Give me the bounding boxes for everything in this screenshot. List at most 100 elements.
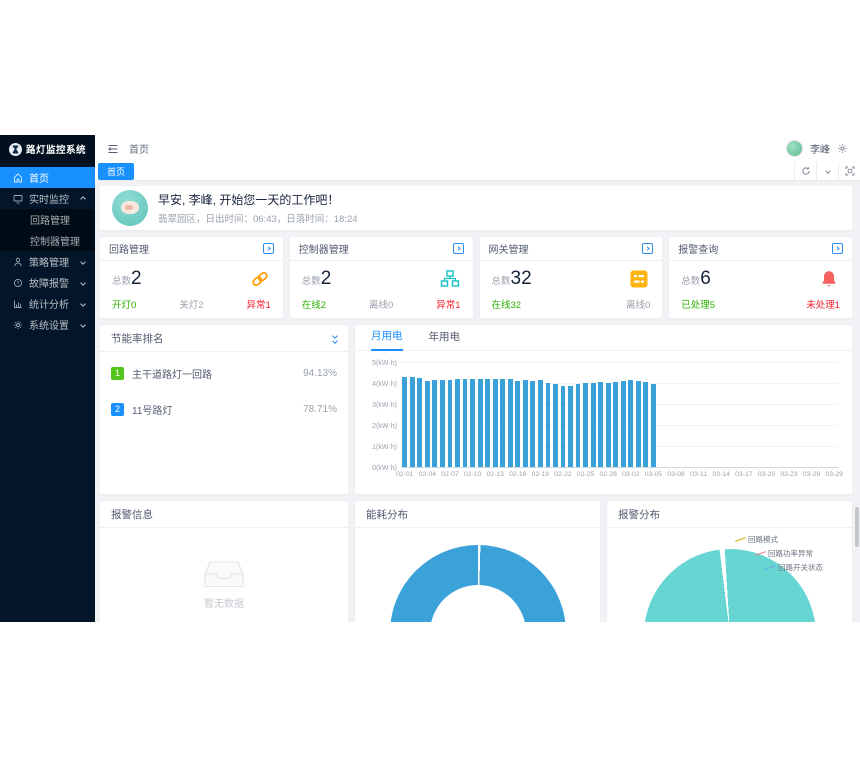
stat-offline: 离线0	[369, 297, 393, 311]
header-right: 李峰	[786, 140, 848, 157]
alarm-bell-icon	[818, 268, 840, 290]
home-icon	[13, 173, 23, 183]
app-logo: 路灯监控系统	[0, 135, 95, 163]
greeting-card: 早安, 李峰, 开始您一天的工作吧！ 翡翠园区，日出时间：06:43，日落时间：…	[100, 186, 852, 230]
sidebar-item-circuit-management[interactable]: 回路管理	[0, 209, 95, 230]
sidebar-item-settings[interactable]: 系统设置	[0, 314, 95, 335]
refresh-icon[interactable]	[794, 162, 816, 180]
goto-arrow-icon[interactable]	[263, 243, 274, 254]
stat-unhandled: 未处理1	[806, 297, 840, 311]
sidebar-submenu: 回路管理 控制器管理	[0, 209, 95, 251]
expand-double-chevron-icon[interactable]	[333, 334, 337, 343]
stat-offline: 离线0	[626, 297, 650, 311]
stat-abnormal: 异常1	[246, 297, 270, 311]
sidebar: 路灯监控系统 首页 实时监控 回路	[0, 135, 95, 622]
gateway-icon	[628, 268, 650, 290]
stat-on: 开灯0	[112, 297, 136, 311]
tab-tools	[794, 162, 860, 180]
stat-card-circuit: 回路管理 总数2 开灯0 关灯2 异常1	[100, 237, 283, 318]
label-connector-line	[764, 561, 776, 569]
pie-label-power-abnormal: 回路功率异常	[755, 548, 813, 559]
stat-cards-row: 回路管理 总数2 开灯0 关灯2 异常1	[100, 237, 852, 318]
user-avatar[interactable]	[786, 140, 803, 157]
sidebar-item-label: 策略管理	[29, 254, 69, 269]
chevron-down-icon	[80, 322, 86, 328]
sidebar-item-fault-alarm[interactable]: 故障报警	[0, 272, 95, 293]
rank-name: 11号路灯	[132, 402, 303, 417]
tab-yearly-usage[interactable]: 年用电	[429, 329, 461, 350]
middle-row: 节能率排名 1 主干道路灯一回路 94.13% 2 11号路灯 78.71%	[100, 325, 852, 494]
alarm-distribution-card: 报警分布 回路模式 回路功率异常 回路开关状态	[607, 501, 852, 622]
label-connector-line	[754, 547, 766, 555]
username[interactable]: 李峰	[810, 141, 830, 156]
stat-online: 在线32	[492, 297, 522, 311]
header-gear-icon[interactable]	[837, 143, 848, 154]
gear-icon	[13, 320, 23, 330]
screenshot-canvas: 路灯监控系统 首页 实时监控 回路	[0, 0, 860, 760]
energy-ranking-card: 节能率排名 1 主干道路灯一回路 94.13% 2 11号路灯 78.71%	[100, 325, 348, 494]
sidebar-item-realtime-monitor[interactable]: 实时监控	[0, 188, 95, 209]
usage-chart-plot: 0(kW·h)1(kW·h)2(kW·h)3(kW·h)4(kW·h)5(kW·…	[401, 363, 838, 468]
rank-badge: 2	[111, 403, 124, 416]
stat-card-alarm-query: 报警查询 总数6 已处理5 未处理1	[669, 237, 852, 318]
alarm-info-title: 报警信息	[111, 507, 153, 522]
monitor-icon	[13, 194, 23, 204]
greeting-title: 早安, 李峰, 开始您一天的工作吧！	[158, 191, 358, 208]
maximize-icon[interactable]	[838, 162, 860, 180]
goto-arrow-icon[interactable]	[832, 243, 843, 254]
main-content: 早安, 李峰, 开始您一天的工作吧！ 翡翠园区，日出时间：06:43，日落时间：…	[95, 181, 860, 622]
sidebar-item-label: 回路管理	[30, 212, 70, 227]
stat-abnormal: 异常1	[436, 297, 460, 311]
ranking-row-1[interactable]: 1 主干道路灯一回路 94.13%	[100, 358, 348, 388]
ranking-title: 节能率排名	[111, 331, 164, 346]
total-value: 2	[321, 268, 332, 289]
sidebar-item-home[interactable]: 首页	[0, 167, 95, 188]
chevron-down-icon	[80, 259, 86, 265]
stat-card-title: 报警查询	[678, 241, 718, 256]
empty-state: 暂无数据	[100, 561, 348, 610]
sidebar-item-label: 系统设置	[29, 317, 69, 332]
total-label: 总数	[112, 276, 131, 287]
sidebar-menu: 首页 实时监控 回路管理 控制器管理	[0, 167, 95, 335]
alarm-icon	[13, 278, 23, 288]
energy-donut-chart[interactable]	[390, 545, 566, 622]
menu-fold-icon[interactable]	[107, 143, 119, 155]
alarm-pie-chart[interactable]	[644, 549, 816, 622]
tab-home[interactable]: 首页	[98, 163, 134, 180]
total-value: 2	[131, 268, 142, 289]
ranking-row-2[interactable]: 2 11号路灯 78.71%	[100, 394, 348, 424]
stat-card-title: 控制器管理	[299, 241, 349, 256]
stat-card-gateway: 网关管理 总数32 在线32 离线0	[480, 237, 663, 318]
goto-arrow-icon[interactable]	[453, 243, 464, 254]
sidebar-item-label: 控制器管理	[30, 233, 80, 248]
total-label: 总数	[302, 276, 321, 287]
rank-name: 主干道路灯一回路	[132, 366, 303, 381]
strategy-icon	[13, 257, 23, 267]
greeting-texts: 早安, 李峰, 开始您一天的工作吧！ 翡翠园区，日出时间：06:43，日落时间：…	[158, 191, 358, 225]
app-window: 路灯监控系统 首页 实时监控 回路	[0, 135, 860, 622]
sidebar-item-label: 实时监控	[29, 191, 69, 206]
total-label: 总数	[492, 276, 511, 287]
chevron-down-icon	[80, 301, 86, 307]
sidebar-item-label: 统计分析	[29, 296, 69, 311]
pie-label-switch-state: 回路开关状态	[765, 562, 823, 573]
stat-handled: 已处理5	[681, 297, 715, 311]
top-header: 首页 李峰	[95, 135, 860, 162]
tab-monthly-usage[interactable]: 月用电	[371, 328, 403, 351]
sidebar-item-controller-management[interactable]: 控制器管理	[0, 230, 95, 251]
sidebar-item-statistics[interactable]: 统计分析	[0, 293, 95, 314]
bottom-row: 报警信息 暂无数据 能耗分布	[100, 501, 852, 622]
sidebar-item-strategy[interactable]: 策略管理	[0, 251, 95, 272]
app-title: 路灯监控系统	[26, 142, 86, 156]
total-value: 32	[511, 268, 532, 289]
breadcrumb[interactable]: 首页	[129, 141, 149, 156]
sidebar-item-label: 故障报警	[29, 275, 69, 290]
rank-value: 94.13%	[303, 368, 337, 379]
goto-arrow-icon[interactable]	[642, 243, 653, 254]
vertical-scrollbar[interactable]	[855, 507, 859, 547]
empty-inbox-icon	[204, 561, 244, 587]
stats-chart-icon	[13, 299, 23, 309]
chevron-down-icon[interactable]	[816, 162, 838, 180]
rank-value: 78.71%	[303, 404, 337, 415]
sidebar-item-label: 首页	[29, 170, 49, 185]
